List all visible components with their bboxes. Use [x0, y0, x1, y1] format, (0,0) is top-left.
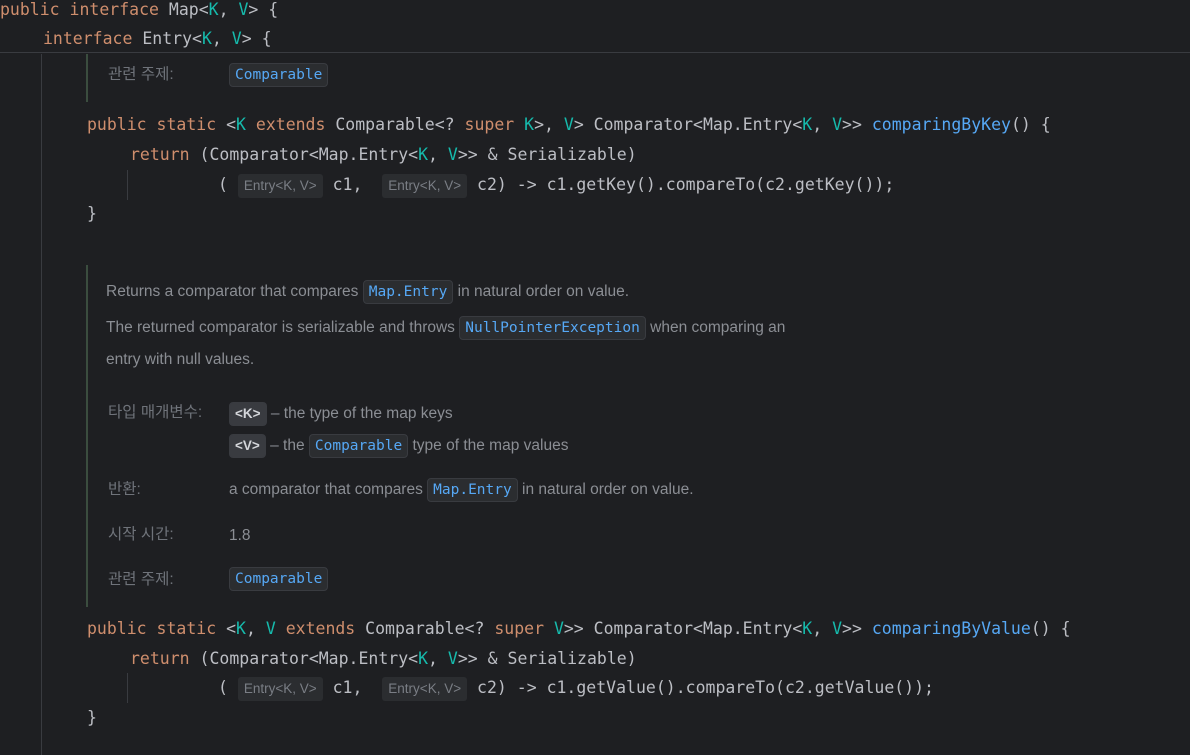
doc-summary-line: Returns a comparator that compares Map.E…	[106, 279, 629, 305]
method-name-comparingByValue[interactable]: comparingByValue	[872, 619, 1031, 638]
comparable-link[interactable]: Comparable	[229, 567, 329, 591]
method-name-comparingByKey[interactable]: comparingByKey	[872, 115, 1011, 134]
see-also-value: Comparable	[229, 567, 329, 591]
null-pointer-exception-link[interactable]: NullPointerException	[459, 315, 646, 340]
see-also-value: Comparable	[229, 63, 329, 87]
doc-description-line: The returned comparator is serializable …	[106, 315, 785, 341]
since-value: 1.8	[229, 527, 251, 544]
doc-comment-bar	[86, 54, 88, 102]
doc-description-line: entry with null values.	[106, 351, 255, 368]
sticky-line-entry-interface[interactable]: interface Entry<K, V> {	[43, 24, 272, 54]
indent-guide	[127, 170, 128, 200]
parameter-type-hint: Entry<K, V>	[237, 676, 323, 701]
doc-comment-bar	[86, 265, 88, 607]
type-param-v: <V> – the Comparable type of the map val…	[229, 433, 568, 459]
returns-label: 반환:	[108, 481, 141, 498]
code-line-return[interactable]: return (Comparator<Map.Entry<K, V>> & Se…	[130, 140, 637, 170]
sticky-header-separator	[0, 52, 1190, 53]
map-entry-link[interactable]: Map.Entry	[362, 279, 454, 304]
code-line-close-brace[interactable]: }	[87, 199, 97, 229]
see-also-label: 관련 주제:	[108, 571, 174, 588]
parameter-type-hint: Entry<K, V>	[237, 173, 323, 198]
comparable-link[interactable]: Comparable	[229, 63, 329, 87]
code-line-close-brace[interactable]: }	[87, 703, 97, 733]
sticky-line-map-interface[interactable]: public interface Map<K, V> {	[0, 0, 278, 25]
parameter-type-hint: Entry<K, V>	[382, 173, 468, 198]
indent-guide	[41, 54, 42, 755]
comparable-link[interactable]: Comparable	[308, 433, 409, 458]
indent-guide	[127, 673, 128, 703]
code-line-comparingByValue-signature[interactable]: public static <K, V extends Comparable<?…	[87, 614, 1071, 644]
see-also-label: 관련 주제:	[108, 66, 174, 83]
code-line-return[interactable]: return (Comparator<Map.Entry<K, V>> & Se…	[130, 644, 637, 674]
type-params-label: 타입 매개변수:	[108, 404, 203, 421]
since-label: 시작 시간:	[108, 526, 174, 543]
code-line-lambda[interactable]: ( Entry<K, V> c1, Entry<K, V> c2) -> c1.…	[218, 673, 934, 703]
type-param-k: <K> – the type of the map keys	[229, 401, 453, 427]
code-editor[interactable]: public interface Map<K, V> { interface E…	[0, 0, 1190, 755]
returns-value: a comparator that compares Map.Entry in …	[229, 477, 694, 503]
parameter-type-hint: Entry<K, V>	[382, 676, 468, 701]
code-line-comparingByKey-signature[interactable]: public static <K extends Comparable<? su…	[87, 110, 1051, 140]
code-line-lambda[interactable]: ( Entry<K, V> c1, Entry<K, V> c2) -> c1.…	[218, 170, 894, 200]
map-entry-link[interactable]: Map.Entry	[427, 477, 518, 502]
